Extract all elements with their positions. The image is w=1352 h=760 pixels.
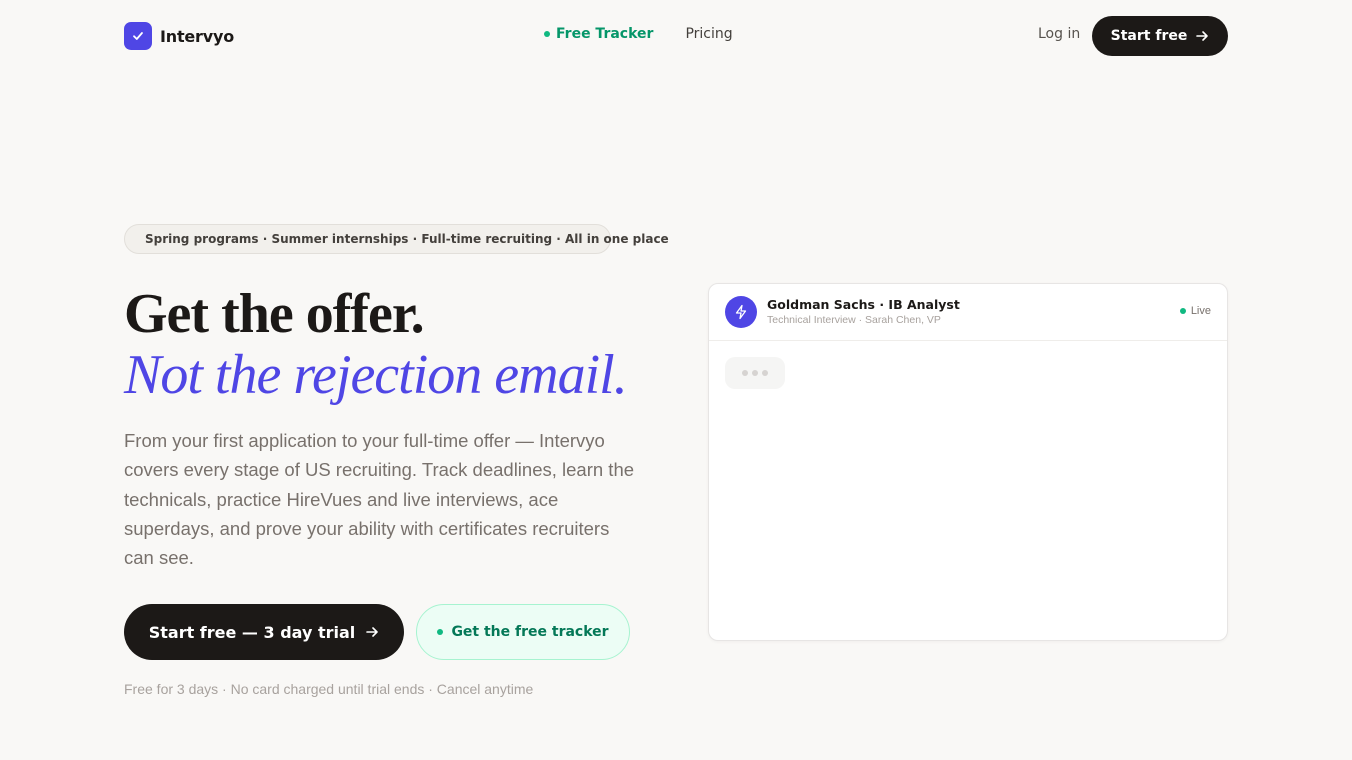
start-trial-button[interactable]: Start free — 3 day trial	[124, 604, 404, 660]
live-status-badge: Live	[1179, 305, 1211, 317]
tracker-dot-icon	[437, 629, 444, 635]
status-dot-icon	[544, 31, 550, 37]
hero-headline: Get the offer.	[124, 283, 425, 345]
arrow-right-icon	[1196, 31, 1209, 41]
nav-link-label: Free Tracker	[556, 26, 654, 42]
typing-dots-icon	[725, 357, 785, 389]
brand-name: Intervyo	[160, 26, 234, 46]
start-trial-label: Start free — 3 day trial	[148, 622, 356, 642]
start-free-label: Start free	[1110, 28, 1188, 44]
arrow-right-icon	[366, 627, 379, 637]
live-status-label: Live	[1190, 305, 1211, 317]
hero-badge-text: Spring programs · Summer internships · F…	[145, 232, 669, 246]
login-link[interactable]: Log in	[1038, 26, 1080, 42]
top-nav: Intervyo Free Tracker Pricing Log in Sta…	[0, 0, 1352, 72]
nav-link-free-tracker[interactable]: Free Tracker	[544, 26, 653, 42]
interview-title: Goldman Sachs · IB Analyst	[767, 297, 960, 312]
hero-description: From your first application to your full…	[124, 430, 635, 569]
hero-headline-accent: Not the rejection email.	[124, 344, 628, 406]
interview-demo-card: Goldman Sachs · IB Analyst Technical Int…	[708, 283, 1228, 641]
hero-badge: Spring programs · Summer internships · F…	[124, 224, 669, 254]
card-header: Goldman Sachs · IB Analyst Technical Int…	[709, 284, 1227, 341]
trial-fine-print: Free for 3 days · No card charged until …	[124, 681, 534, 697]
brand-logo[interactable]: Intervyo	[124, 22, 234, 50]
live-dot-icon	[1179, 308, 1186, 314]
free-tracker-label: Get the free tracker	[451, 624, 609, 640]
start-free-button[interactable]: Start free	[1092, 16, 1228, 56]
interview-subtitle: Technical Interview · Sarah Chen, VP	[767, 314, 941, 326]
lightning-icon	[725, 296, 757, 328]
checkmark-icon	[124, 22, 152, 50]
nav-link-pricing[interactable]: Pricing	[685, 26, 732, 42]
free-tracker-button[interactable]: Get the free tracker	[416, 604, 630, 660]
nav-links: Free Tracker Pricing	[544, 26, 733, 42]
